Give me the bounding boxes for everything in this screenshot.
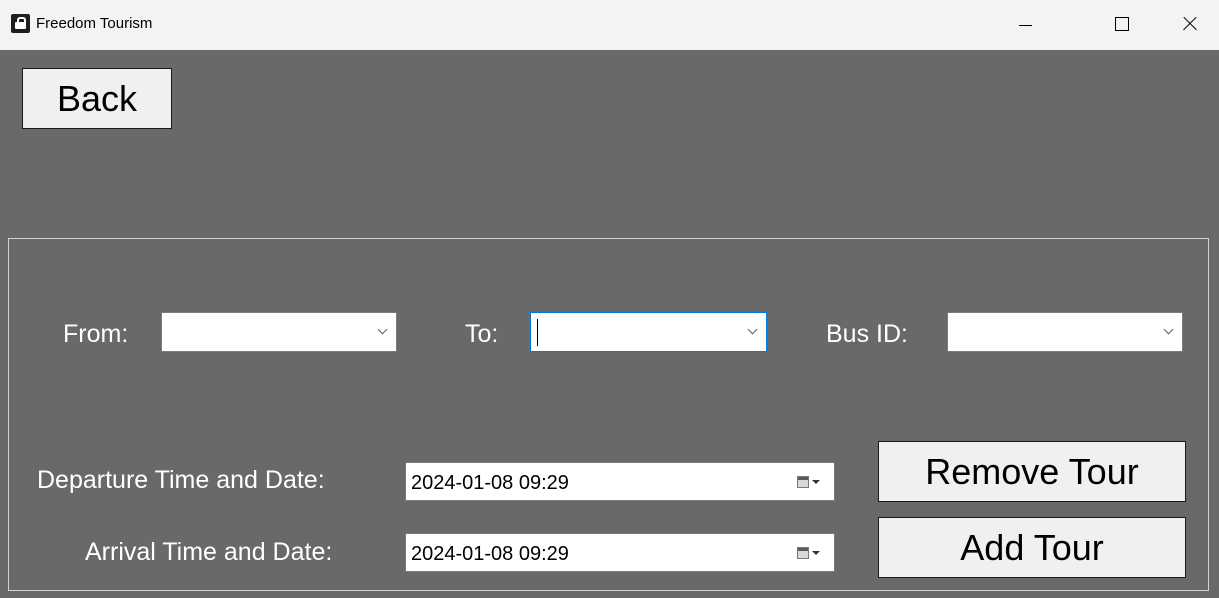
maximize-button[interactable] [1093,0,1151,50]
maximize-icon [1115,17,1129,31]
minimize-button[interactable] [996,0,1054,50]
chevron-down-icon[interactable] [377,324,388,335]
minimize-icon [1019,25,1032,26]
to-label: To: [465,320,499,348]
close-button[interactable] [1160,0,1218,50]
calendar-icon[interactable] [797,547,809,559]
chevron-down-icon[interactable] [747,324,758,335]
arrival-value: 2024-01-08 09:29 [411,543,569,565]
title-bar[interactable]: Freedom Tourism [0,0,1219,50]
dropdown-arrow-icon[interactable] [812,480,820,484]
dropdown-arrow-icon[interactable] [812,551,820,555]
departure-datetime-picker[interactable]: 2024-01-08 09:29 [405,462,835,501]
text-caret [537,319,538,346]
to-combobox[interactable] [530,312,767,352]
from-label: From: [63,320,129,348]
add-tour-button[interactable]: Add Tour [878,517,1186,578]
arrival-label: Arrival Time and Date: [85,538,333,566]
lock-icon [11,14,30,33]
chevron-down-icon[interactable] [1163,324,1174,335]
bus-id-label: Bus ID: [826,320,908,348]
bus-id-combobox[interactable] [947,312,1183,352]
from-combobox[interactable] [161,312,397,352]
departure-label: Departure Time and Date: [37,466,325,494]
app-window: Freedom Tourism Back From: To: Bus ID: D… [0,0,1219,598]
calendar-icon[interactable] [797,476,809,488]
window-title: Freedom Tourism [36,15,153,32]
back-button[interactable]: Back [22,68,172,129]
arrival-datetime-picker[interactable]: 2024-01-08 09:29 [405,533,835,572]
departure-value: 2024-01-08 09:29 [411,472,569,494]
remove-tour-button[interactable]: Remove Tour [878,441,1186,502]
